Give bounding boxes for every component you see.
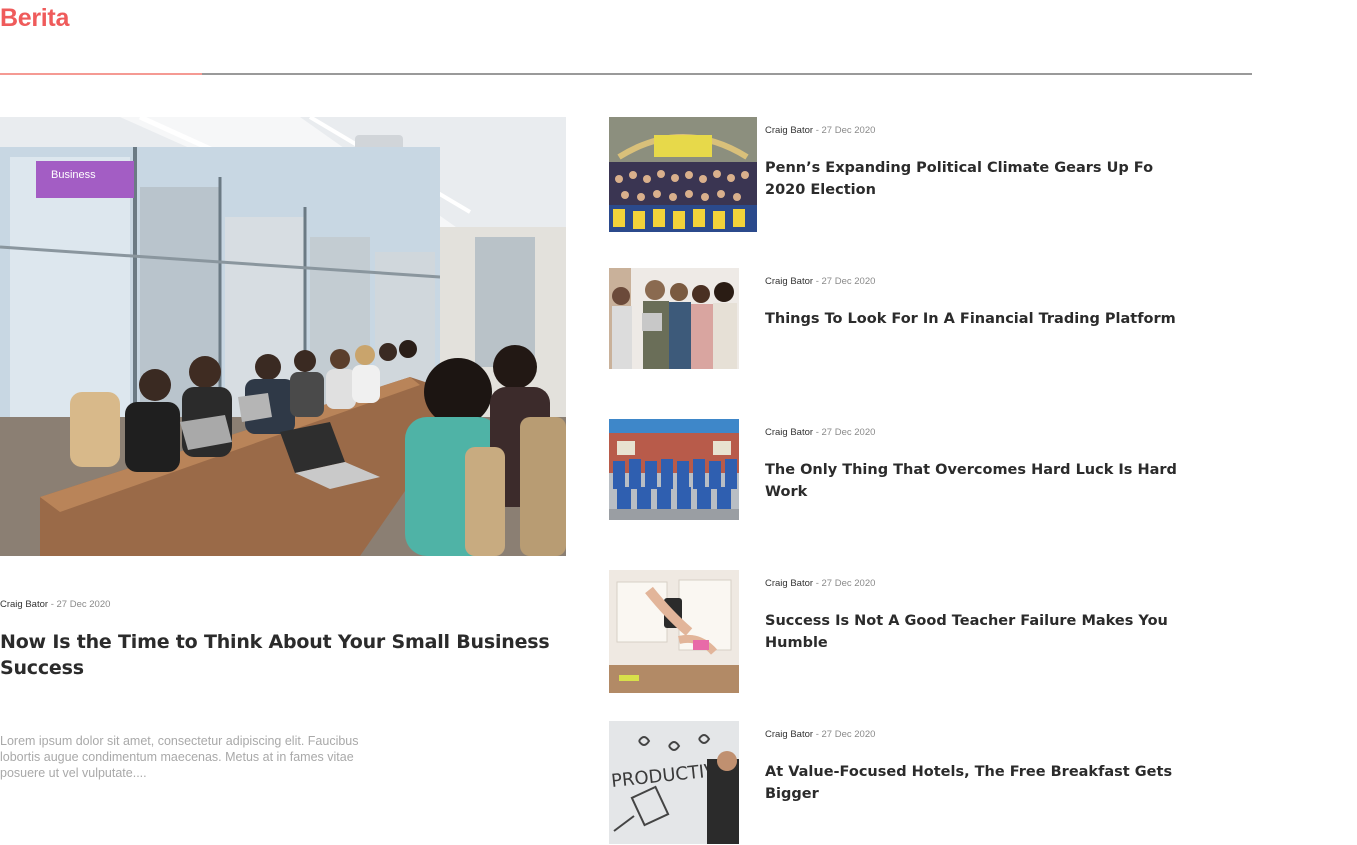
meta-separator: -	[813, 276, 822, 287]
article-thumbnail[interactable]	[609, 117, 757, 232]
article-item[interactable]: Craig Bator - 27 Dec 2020 Success Is Not…	[609, 570, 1229, 694]
article-title[interactable]: The Only Thing That Overcomes Hard Luck …	[765, 459, 1185, 503]
article-title[interactable]: Penn’s Expanding Political Climate Gears…	[765, 157, 1185, 201]
publish-date: 27 Dec 2020	[821, 729, 876, 740]
section-divider-accent	[0, 73, 202, 75]
author-name[interactable]: Craig Bator	[765, 578, 813, 589]
article-title[interactable]: At Value-Focused Hotels, The Free Breakf…	[765, 761, 1185, 805]
article-thumbnail[interactable]: PRODUCTIVITY	[609, 721, 739, 844]
meta-separator: -	[813, 427, 822, 438]
featured-article-meta: Craig Bator - 27 Dec 2020	[0, 599, 110, 610]
article-meta: Craig Bator - 27 Dec 2020	[765, 276, 875, 287]
author-name[interactable]: Craig Bator	[765, 729, 813, 740]
author-name[interactable]: Craig Bator	[765, 125, 813, 136]
article-item[interactable]: Craig Bator - 27 Dec 2020 Penn’s Expandi…	[609, 117, 1229, 241]
article-meta: Craig Bator - 27 Dec 2020	[765, 427, 875, 438]
publish-date: 27 Dec 2020	[56, 599, 111, 610]
category-badge[interactable]: Business	[36, 161, 134, 198]
featured-article-excerpt: Lorem ipsum dolor sit amet, consectetur …	[0, 734, 359, 780]
article-meta: Craig Bator - 27 Dec 2020	[765, 578, 875, 589]
publish-date: 27 Dec 2020	[821, 427, 876, 438]
author-name[interactable]: Craig Bator	[765, 276, 813, 287]
article-meta: Craig Bator - 27 Dec 2020	[765, 125, 875, 136]
article-thumbnail[interactable]	[609, 419, 739, 520]
author-name[interactable]: Craig Bator	[0, 599, 48, 610]
section-divider	[0, 73, 1252, 75]
article-item[interactable]: PRODUCTIVITY Craig Bator - 27 Dec 2020 A…	[609, 721, 1229, 845]
article-item[interactable]: Craig Bator - 27 Dec 2020 The Only Thing…	[609, 419, 1229, 543]
publish-date: 27 Dec 2020	[821, 276, 876, 287]
article-thumbnail[interactable]	[609, 570, 739, 693]
section-title: Berita	[0, 4, 70, 32]
meta-separator: -	[813, 578, 822, 589]
author-name[interactable]: Craig Bator	[765, 427, 813, 438]
article-title[interactable]: Success Is Not A Good Teacher Failure Ma…	[765, 610, 1185, 654]
article-item[interactable]: Craig Bator - 27 Dec 2020 Things To Look…	[609, 268, 1229, 392]
meta-separator: -	[813, 729, 822, 740]
publish-date: 27 Dec 2020	[821, 578, 876, 589]
meta-separator: -	[48, 599, 57, 610]
article-thumbnail[interactable]	[609, 268, 739, 369]
article-title[interactable]: Things To Look For In A Financial Tradin…	[765, 308, 1185, 330]
featured-article-title[interactable]: Now Is the Time to Think About Your Smal…	[0, 629, 560, 681]
meta-separator: -	[813, 125, 822, 136]
publish-date: 27 Dec 2020	[821, 125, 876, 136]
article-meta: Craig Bator - 27 Dec 2020	[765, 729, 875, 740]
